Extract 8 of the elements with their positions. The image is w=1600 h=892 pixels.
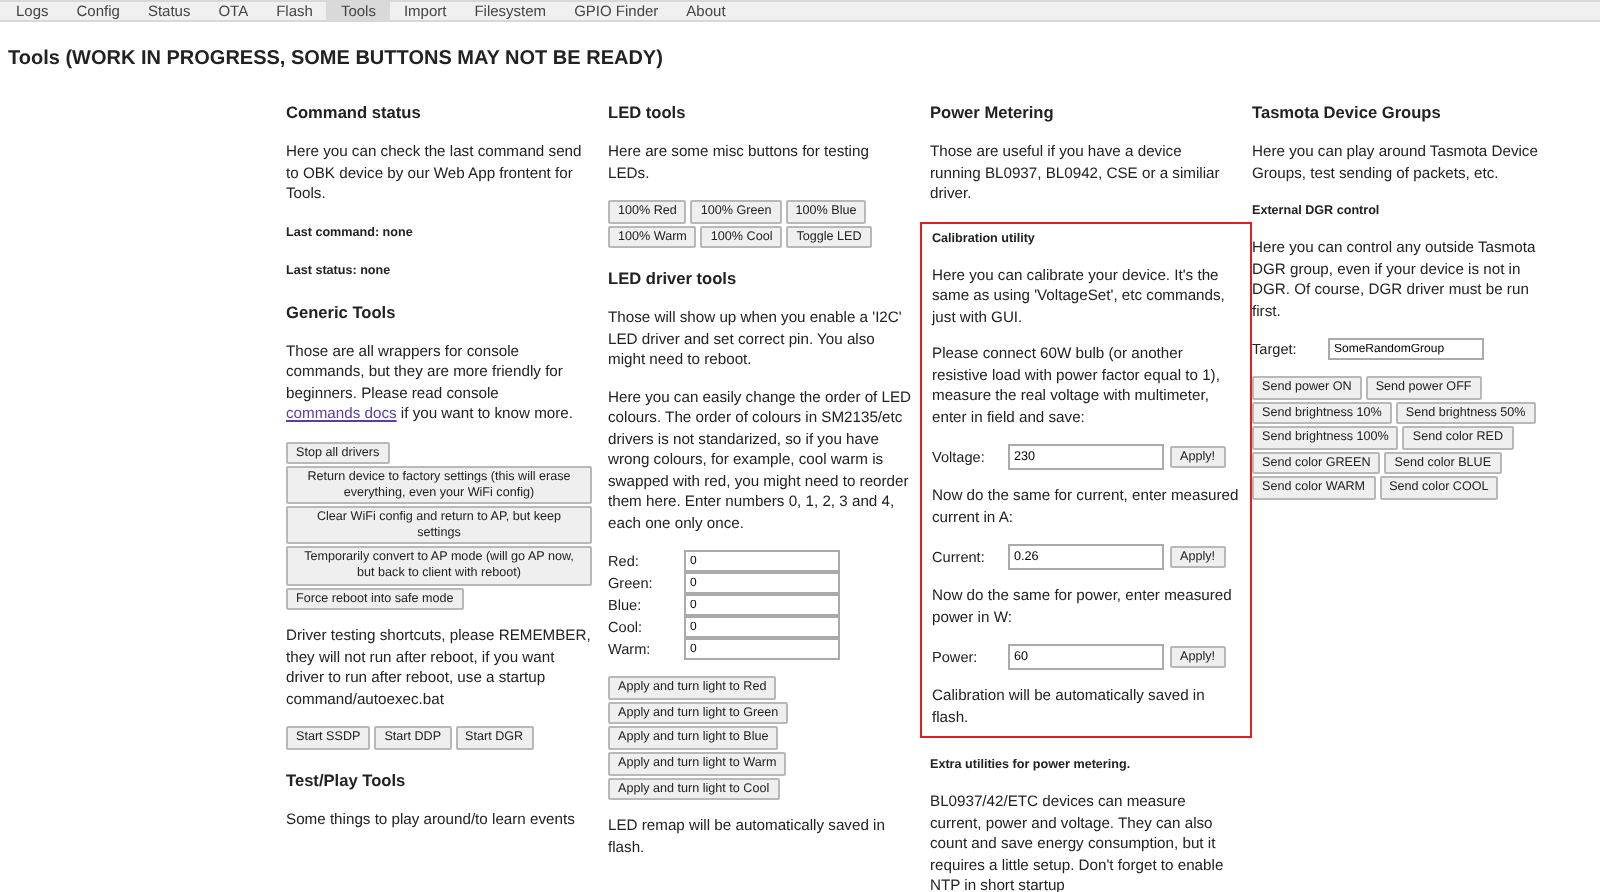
- section-heading: Test/Play Tools: [286, 769, 408, 790]
- section-heading: Command status: [286, 102, 423, 122]
- section-heading: LED driver tools: [608, 268, 739, 289]
- section-heading: Generic Tools: [286, 301, 398, 321]
- page-title: Tools (WORK IN PROGRESS, SOME BUTTONS MAY NOT BE READY): [8, 48, 665, 70]
- section-heading: Tasmota Device Groups: [1252, 102, 1443, 122]
- section-heading: Power Metering: [930, 102, 1056, 122]
- section-heading: LED tools: [608, 102, 688, 122]
